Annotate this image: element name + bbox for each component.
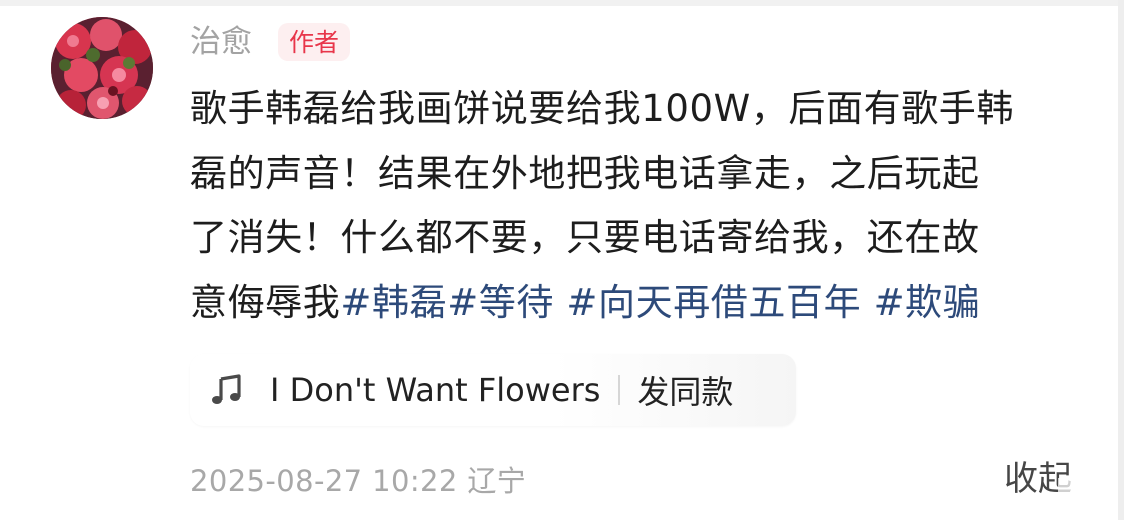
music-divider [618,375,621,405]
author-row: 治愈 作者 [190,20,351,64]
comment-line: 歌手韩磊给我画饼说要给我100W，后面有歌手韩 [190,87,1015,130]
flower-avatar-image [51,17,153,119]
comment-last-line: 意侮辱我#韩磊#等待 #向天再借五百年 #欺骗 [190,271,1090,336]
watermark-overlay [1058,478,1102,510]
right-border [1118,0,1124,520]
comment-date: 2025-08-27 10:22 [190,464,458,498]
comment-location: 辽宁 [467,464,527,498]
author-badge: 作者 [278,23,351,61]
comment-line: 磊的声音！结果在外地把我电话拿走，之后玩起 [190,151,980,195]
author-name[interactable]: 治愈 [190,26,252,58]
hashtag-link[interactable]: #等待 [447,281,554,324]
music-note-icon [210,373,244,407]
hashtag-link[interactable]: #韩磊 [340,281,447,324]
music-card[interactable]: I Don't Want Flowers 发同款 [190,354,796,426]
hashtag-link[interactable]: #向天再借五百年 [554,281,861,324]
use-same-music-button[interactable]: 发同款 [637,367,733,413]
music-title[interactable]: I Don't Want Flowers [270,371,600,409]
comment-line: 了消失！什么都不要，只要电话寄给我，还在故 [190,216,980,259]
comment-meta: 2025-08-27 10:22 辽宁 [190,458,526,500]
avatar[interactable] [51,17,153,119]
comment-text: 歌手韩磊给我画饼说要给我100W，后面有歌手韩 磊的声音！结果在外地把我电话拿走… [190,77,1090,335]
comment-line-text: 意侮辱我 [190,280,341,324]
comment-card: 治愈 作者 歌手韩磊给我画饼说要给我100W，后面有歌手韩 磊的声音！结果在外地… [0,0,1124,520]
hashtag-link[interactable]: #欺骗 [861,281,980,324]
top-border [0,0,1124,6]
